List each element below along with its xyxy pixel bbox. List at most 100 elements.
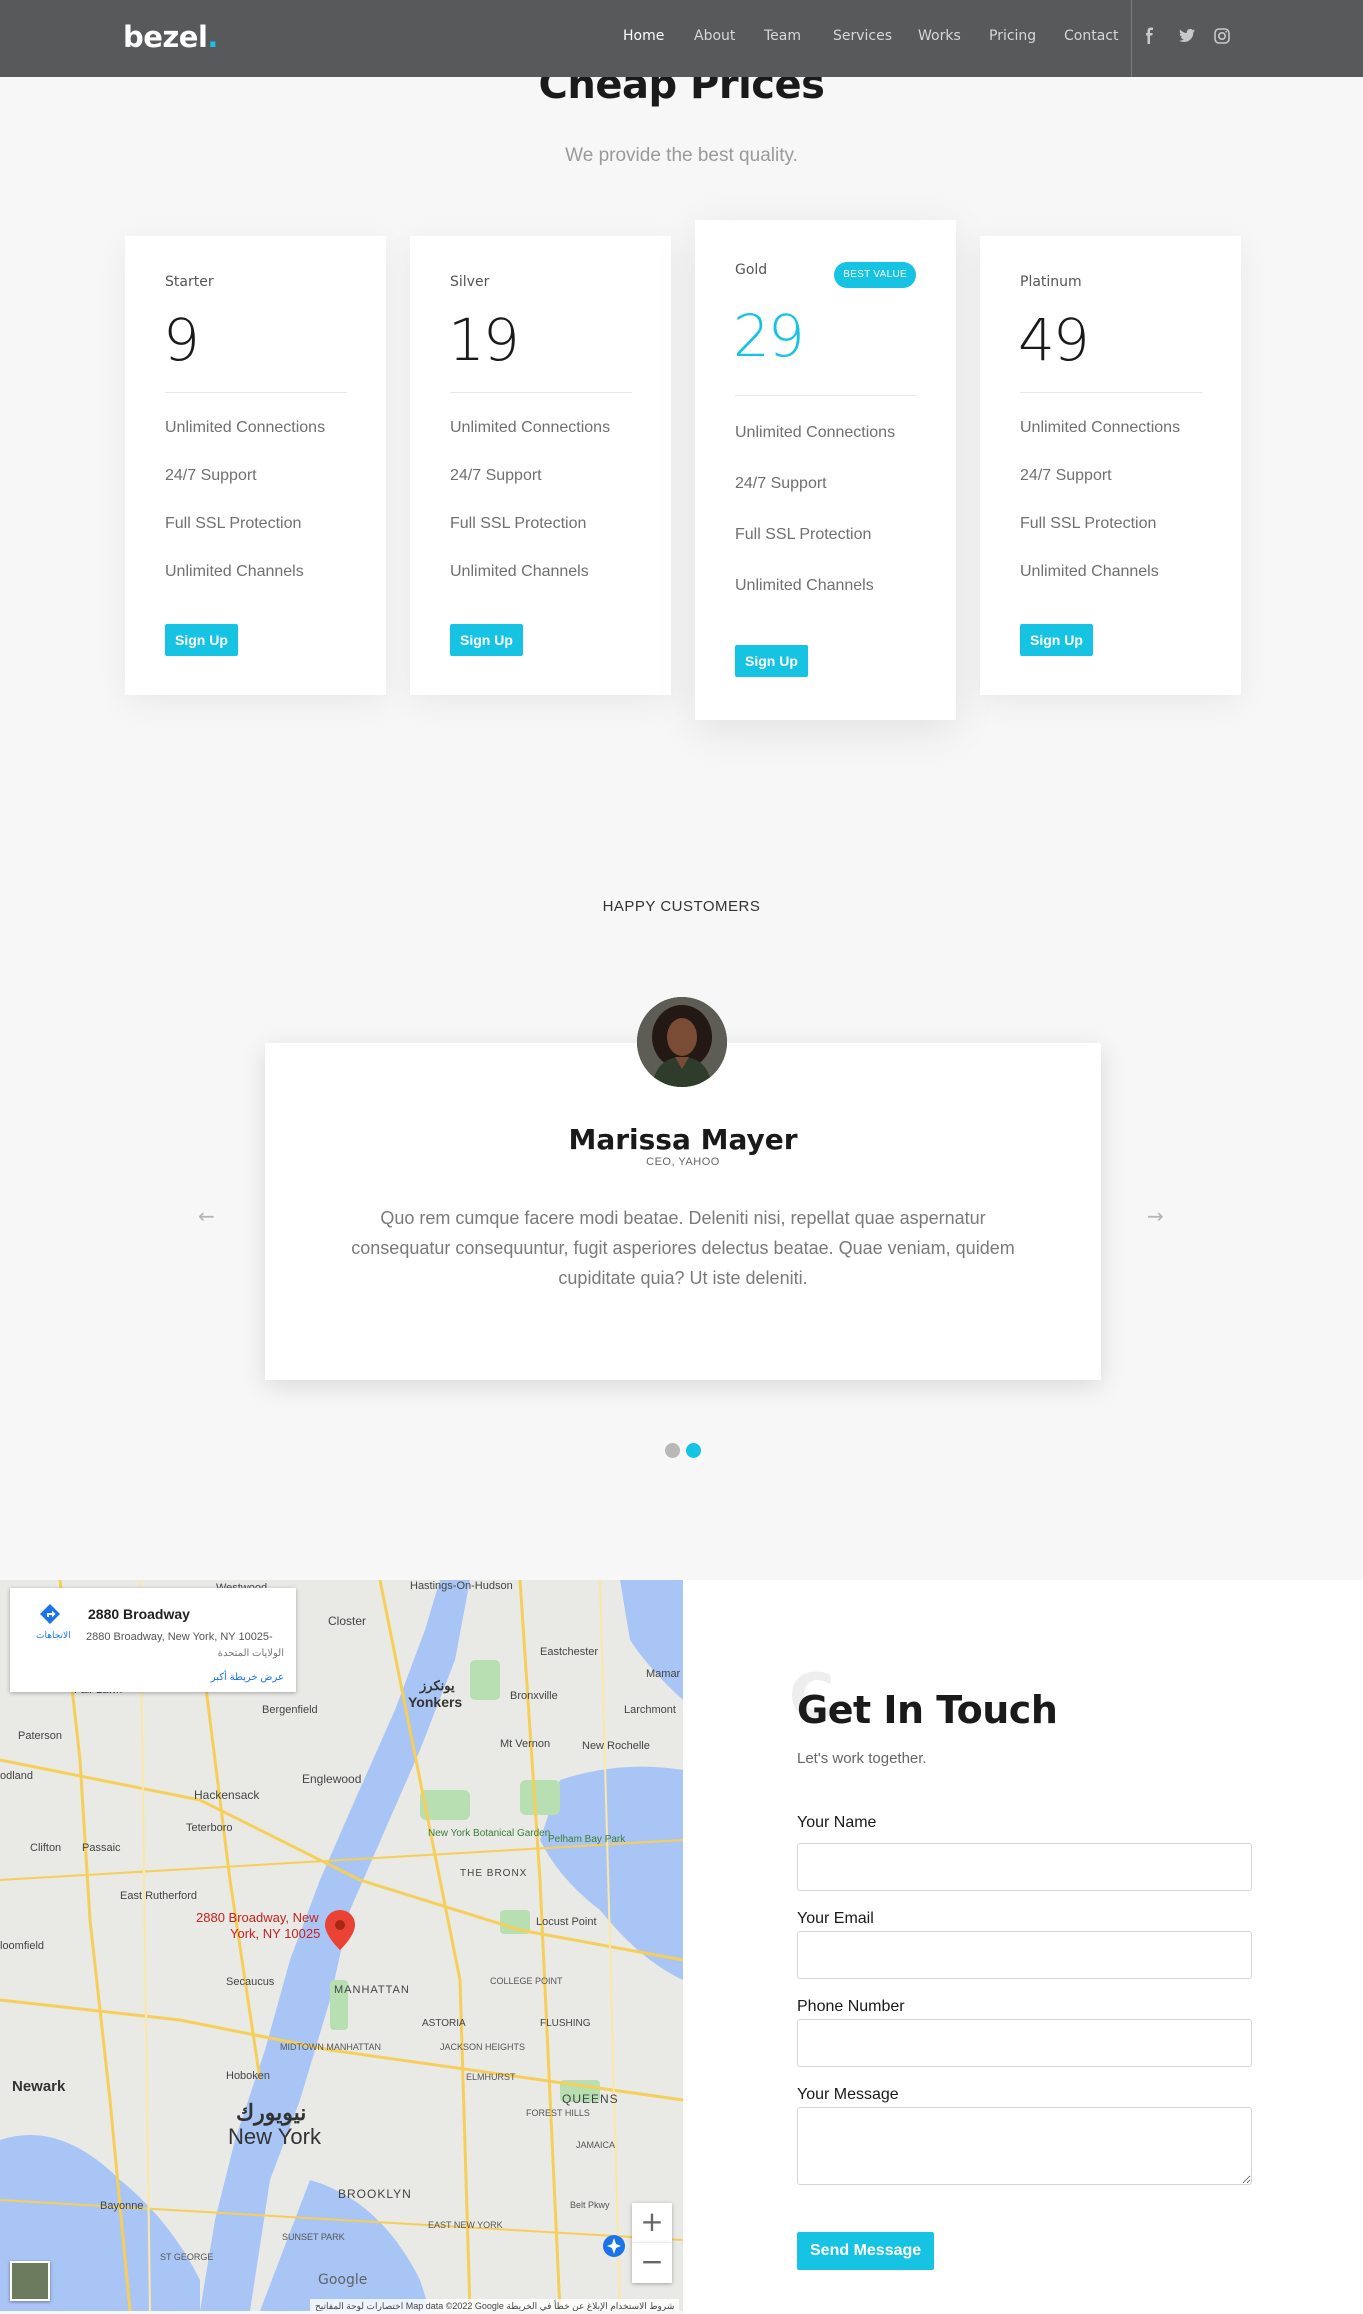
nav-link-home[interactable]: Home [623,28,664,44]
plan-price: 29 [733,302,805,370]
twitter-icon[interactable] [1177,26,1197,46]
plan-feature: 24/7 Support [735,475,827,492]
plan-feature: Full SSL Protection [735,526,872,543]
plan-feature: Full SSL Protection [1020,515,1157,532]
plan-feature: Unlimited Channels [165,563,304,580]
email-field[interactable] [797,1931,1252,1979]
map-label: Teterboro [186,1822,233,1834]
map-label: Bronxville [510,1690,558,1702]
zoom-out-button[interactable]: − [632,2243,672,2283]
message-field[interactable] [797,2107,1252,2185]
map-label: Pelham Bay Park [548,1834,626,1845]
sign-up-button[interactable]: Sign Up [1020,624,1093,656]
map-label: SUNSET PARK [282,2232,345,2242]
map-label: Bergenfield [262,1704,318,1716]
map-label: JACKSON HEIGHTS [440,2042,526,2052]
contact-subtitle: Let's work together. [797,1750,927,1767]
map-label: QUEENS [562,2092,619,2106]
map-label: East Rutherford [120,1890,198,1902]
larger-map-link[interactable]: عرض خريطة أكبر [211,1672,284,1683]
carousel-dot-1[interactable] [665,1443,680,1458]
map-label: Mt Vernon [500,1738,551,1750]
map-label: Closter [328,1614,367,1628]
pricing-card-platinum: Platinum 49 Unlimited Connections 24/7 S… [980,236,1241,695]
directions-link[interactable]: الاتجاهات [36,1630,71,1641]
plan-feature: 24/7 Support [165,467,257,484]
map-footer[interactable]: اختصارات لوحة المفاتيح Map data ©2022 Go… [310,2299,680,2311]
map-label: Locust Point [536,1916,597,1928]
plan-price: 19 [448,306,520,374]
satellite-toggle[interactable] [10,2261,50,2301]
nav-link-contact[interactable]: Contact [1064,28,1118,44]
map-label: Paterson [18,1730,63,1742]
map-label: Larchmont [624,1704,676,1716]
contact-title: Get In Touch [797,1688,1058,1732]
map-label: FOREST HILLS [526,2108,590,2118]
map-label: Hoboken [226,2070,271,2082]
send-message-button[interactable]: Send Message [797,2232,935,2270]
nav-link-works[interactable]: Works [918,28,961,44]
map-label: JAMAICA [576,2140,616,2150]
plan-price: 9 [163,306,200,374]
next-arrow-icon[interactable]: → [1147,1204,1164,1228]
place-address: 2880 Broadway, New York, NY 10025- [86,1631,273,1643]
pricing-card-starter: Starter 9 Unlimited Connections 24/7 Sup… [125,236,386,695]
directions-icon[interactable] [38,1602,62,1626]
sign-up-button[interactable]: Sign Up [450,624,523,656]
page: bezel. Home About Team Services Works Pr… [0,0,1363,2314]
map-label: loomfield [0,1940,45,1952]
map-label: New Rochelle [582,1740,650,1752]
plan-feature: Unlimited Channels [1020,563,1159,580]
nav-link-team[interactable]: Team [764,28,801,44]
map-label: Englewood [302,1772,362,1786]
plan-feature: 24/7 Support [450,467,542,484]
nav-link-services[interactable]: Services [833,28,892,44]
prev-arrow-icon[interactable]: ← [198,1204,215,1228]
plan-price: 49 [1018,306,1090,374]
map-label: FLUSHING [540,2018,591,2029]
phone-field[interactable] [797,2019,1252,2067]
divider [1020,392,1202,393]
divider [450,392,632,393]
testimonial-card: Marissa Mayer CEO, YAHOO Quo rem cumque … [265,1043,1101,1380]
map-label: MANHATTAN [334,1984,410,1996]
nav-link-pricing[interactable]: Pricing [989,28,1036,44]
testimonial-quote: Quo rem cumque facere modi beatae. Delen… [351,1208,1015,1288]
google-logo: Google [318,2272,368,2288]
place-title: 2880 Broadway [88,1606,190,1622]
avatar [637,997,727,1087]
nav-link-about[interactable]: About [694,28,735,44]
plan-name: Starter [165,274,214,290]
facebook-icon[interactable] [1140,26,1160,46]
map-label: THE BRONX [460,1868,528,1879]
map-label: Newark [12,2078,66,2095]
testimonial-role: CEO, YAHOO [646,1156,720,1168]
sign-up-button[interactable]: Sign Up [735,645,808,677]
sign-up-button[interactable]: Sign Up [165,624,238,656]
pricing-card-gold: Gold BEST VALUE 29 Unlimited Connections… [695,220,956,720]
map-label: Mamar [646,1668,681,1680]
map-label: MIDTOWN MANHATTAN [280,2042,381,2052]
pricing-subtitle: We provide the best quality. [565,145,798,166]
google-map[interactable]: Westwood Hastings-On-Hudson Closter يونك… [0,1580,683,2311]
map-label: Clifton [30,1842,62,1854]
map-pin-label: 2880 Broadway, New [196,1910,319,1925]
plan-name: Platinum [1020,274,1082,290]
map-label: ELMHURST [466,2072,516,2082]
email-label: Your Email [797,1910,874,1927]
zoom-in-button[interactable]: + [632,2203,672,2243]
map-label: New York Botanical Garden [428,1828,551,1839]
map-label: Belt Pkwy [570,2200,610,2210]
nav-divider [1131,0,1132,77]
plan-feature: Full SSL Protection [165,515,302,532]
map-label: odland [0,1770,34,1782]
name-field[interactable] [797,1843,1252,1891]
carousel-dot-2[interactable] [686,1443,701,1458]
map-label: Eastchester [540,1646,599,1658]
plan-feature: Unlimited Channels [450,563,589,580]
map-label: Yonkers [408,1694,463,1710]
map-label: Passaic [82,1842,121,1854]
pricing-card-silver: Silver 19 Unlimited Connections 24/7 Sup… [410,236,671,695]
plan-feature: 24/7 Support [1020,467,1112,484]
instagram-icon[interactable] [1212,26,1232,46]
